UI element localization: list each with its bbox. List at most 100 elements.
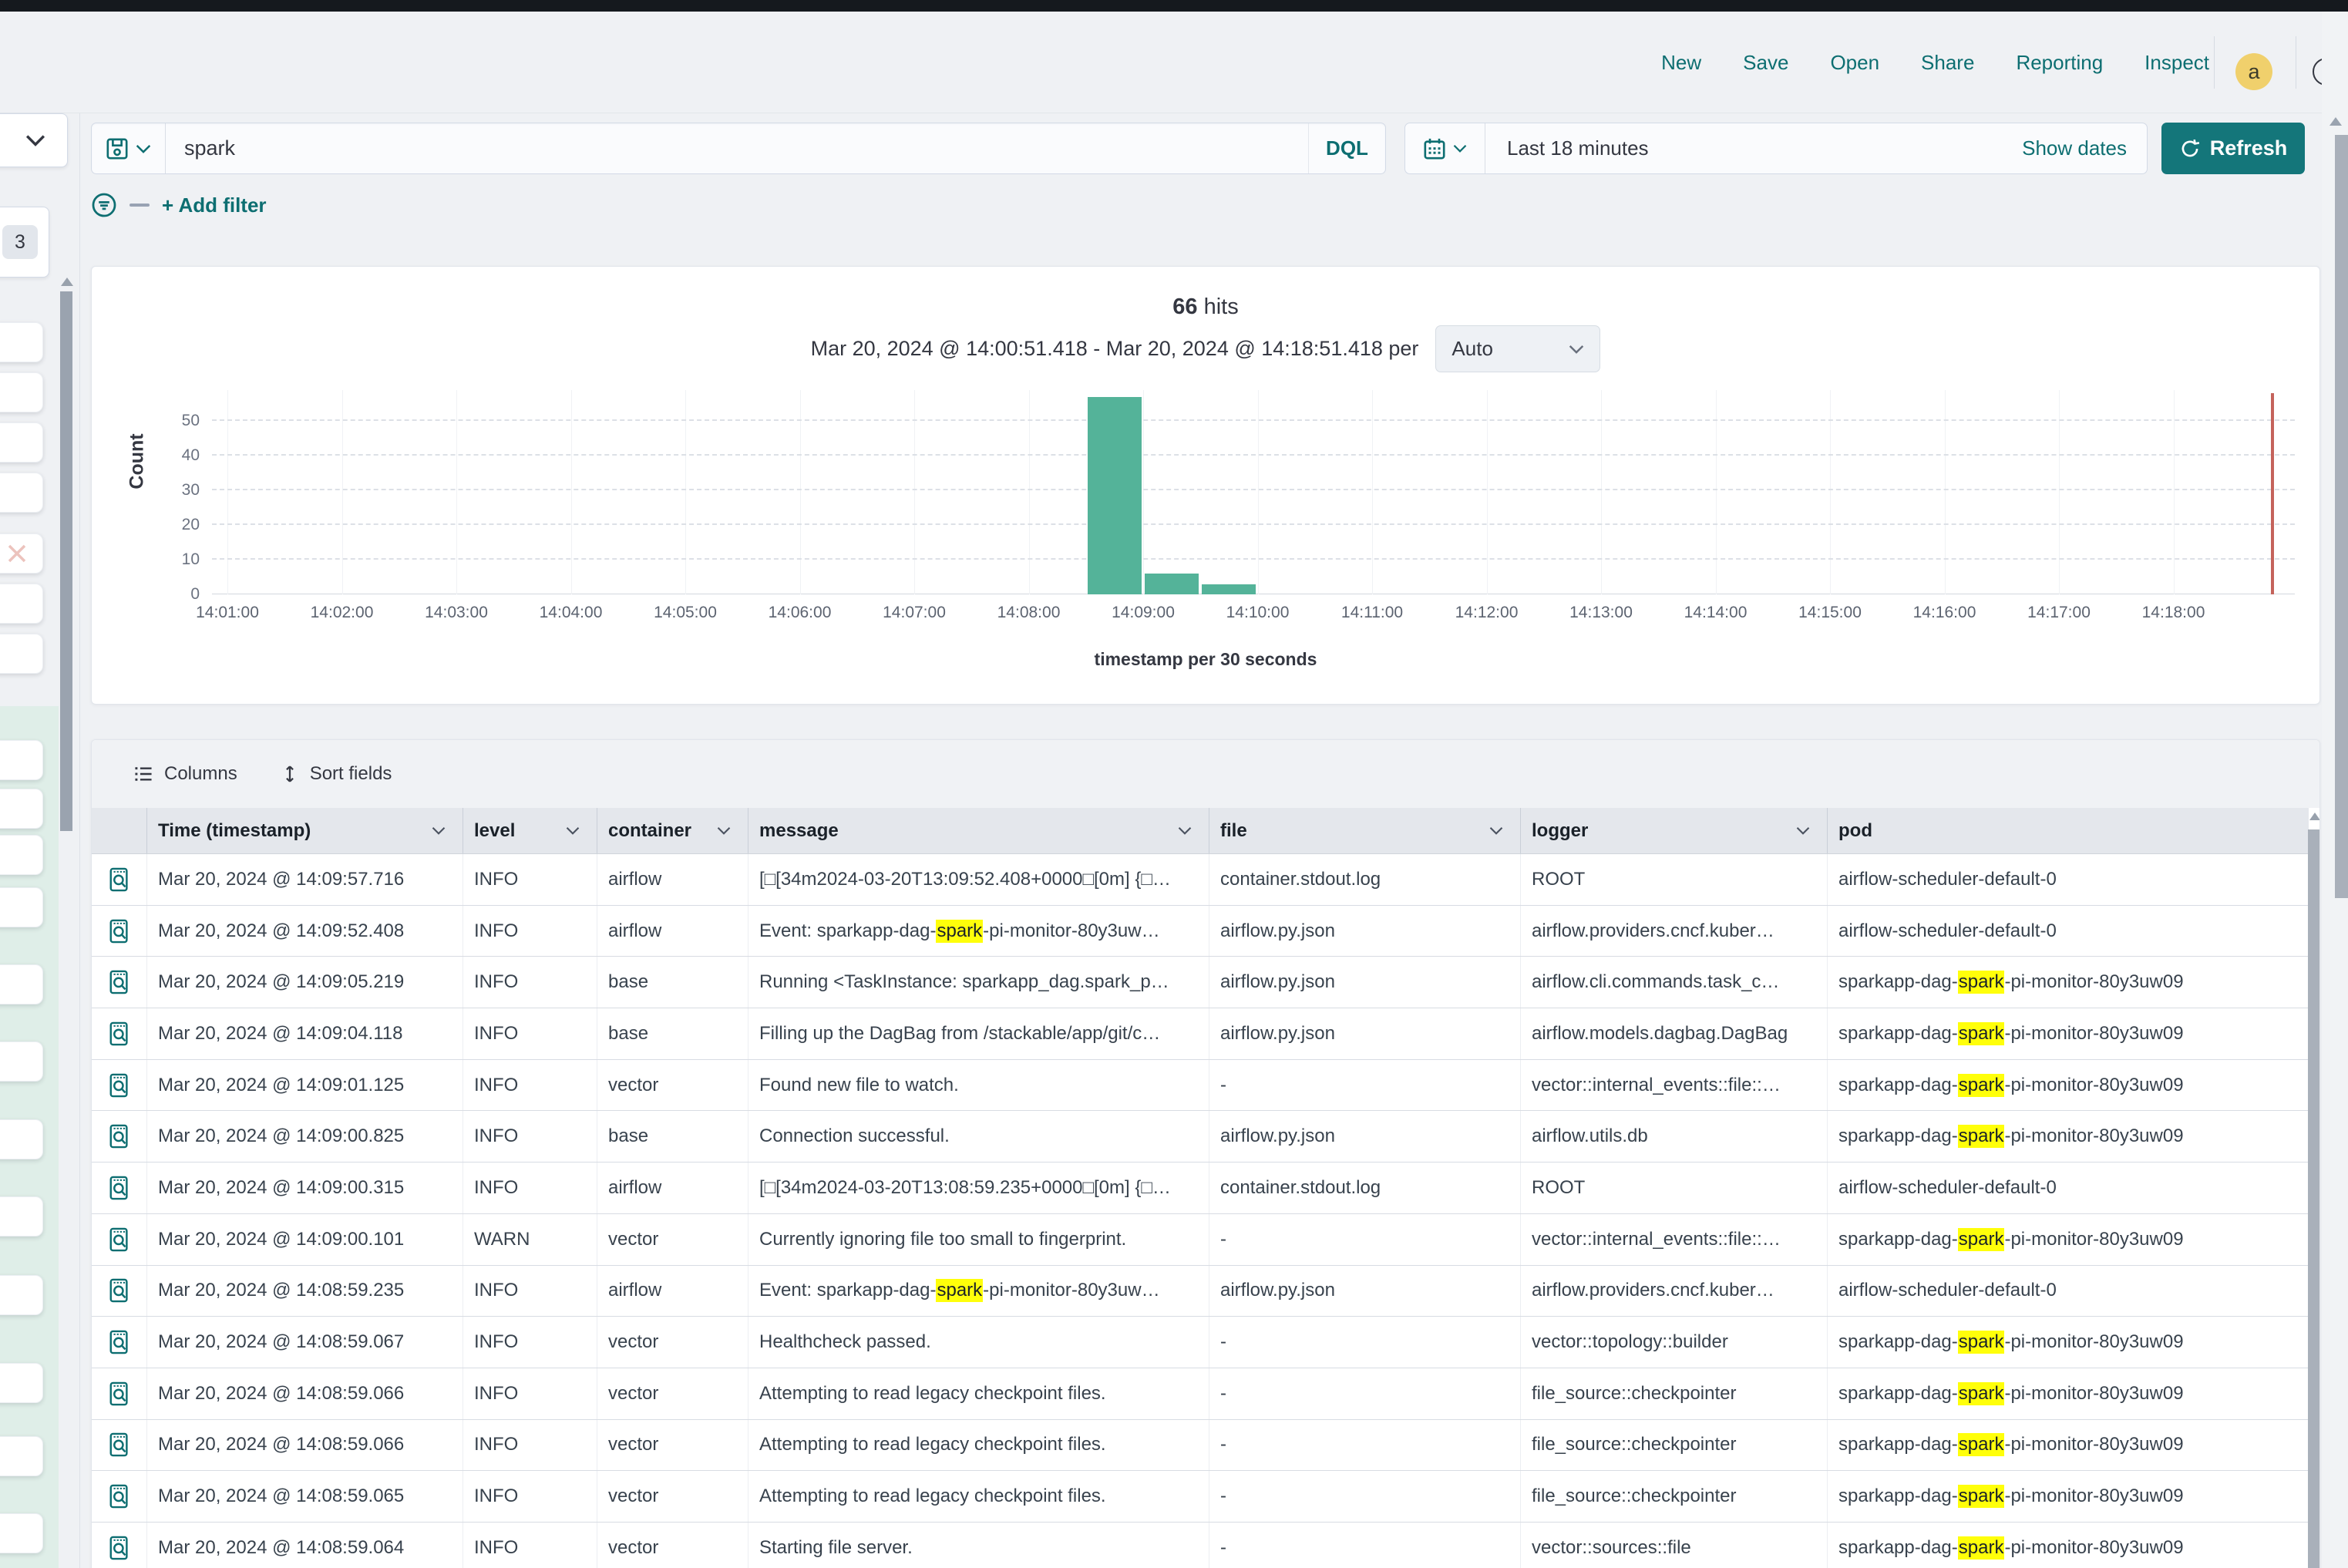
nav-open[interactable]: Open [1830,51,1879,75]
histogram-bar[interactable] [1145,574,1199,594]
expand-document-button[interactable] [92,1471,147,1522]
field-card [0,964,43,1004]
expand-document-button[interactable] [92,1008,147,1059]
cell-file: airflow.py.json [1209,1111,1521,1162]
filter-bar: + Add filter [91,185,1016,225]
inspect-document-icon [108,1483,131,1509]
query-language-button[interactable]: DQL [1308,123,1385,173]
nav-save[interactable]: Save [1743,51,1788,75]
date-quick-select-button[interactable] [1405,123,1485,173]
expand-document-button[interactable] [92,1214,147,1265]
cell-message: Connection successful. [748,1111,1209,1162]
calendar-icon [1423,137,1446,160]
refresh-button[interactable]: Refresh [2161,123,2305,174]
field-card [0,584,43,624]
page-scroll-up-icon[interactable] [2329,117,2342,126]
save-icon [106,137,129,160]
table-scrollbar[interactable] [2308,829,2320,1568]
cell-pod: sparkapp-dag-spark-pi-monitor-80y3uw09 [1828,1471,2309,1522]
y-tick-label: 10 [107,550,200,569]
add-filter-button[interactable]: + Add filter [162,193,267,217]
field-card [0,1196,43,1237]
column-header-level[interactable]: level [463,808,597,853]
cell-level: INFO [463,1368,597,1419]
cell-pod: sparkapp-dag-spark-pi-monitor-80y3uw09 [1828,1368,2309,1419]
sidebar-scroll-up-icon[interactable] [61,278,73,286]
sidebar-scrollbar[interactable] [60,291,72,831]
filter-icon[interactable] [91,192,117,218]
column-header-time[interactable]: Time (timestamp) [147,808,463,853]
histogram-panel: 66 hits Mar 20, 2024 @ 14:00:51.418 - Ma… [91,266,2320,705]
column-header-container[interactable]: container [597,808,748,853]
chevron-down-icon[interactable] [1796,826,1810,835]
chevron-down-icon[interactable] [717,826,731,835]
cell-file: - [1209,1471,1521,1522]
x-tick-label: 14:05:00 [631,604,739,622]
cell-message: Running <TaskInstance: sparkapp_dag.spar… [748,957,1209,1008]
expand-document-button[interactable] [92,854,147,905]
chevron-down-icon[interactable] [1178,826,1192,835]
cell-level: INFO [463,1008,597,1059]
field-card [0,789,43,829]
nav-reporting[interactable]: Reporting [2016,51,2103,75]
field-card-remove[interactable] [0,533,43,574]
saved-query-menu-button[interactable] [92,123,166,173]
table-scroll-up-icon[interactable] [2309,813,2320,820]
x-tick-label: 14:12:00 [1433,604,1541,622]
page-scrollbar[interactable] [2335,135,2348,898]
field-card [0,322,43,362]
cell-logger: vector::sources::file [1521,1523,1828,1568]
cell-pod: sparkapp-dag-spark-pi-monitor-80y3uw09 [1828,1214,2309,1265]
cell-level: INFO [463,1317,597,1368]
expand-document-button[interactable] [92,1111,147,1162]
cell-container: vector [597,1523,748,1568]
expand-document-button[interactable] [92,957,147,1008]
chevron-down-icon[interactable] [1489,826,1503,835]
show-dates-button[interactable]: Show dates [2022,136,2147,160]
column-header-file[interactable]: file [1209,808,1521,853]
cell-container: vector [597,1317,748,1368]
search-input[interactable] [166,123,1308,173]
expand-document-button[interactable] [92,906,147,957]
histogram-bar[interactable] [1202,584,1256,595]
x-tick-label: 14:16:00 [1891,604,1999,622]
cell-file: - [1209,1317,1521,1368]
cell-pod: sparkapp-dag-spark-pi-monitor-80y3uw09 [1828,1317,2309,1368]
expand-document-button[interactable] [92,1060,147,1111]
expand-document-button[interactable] [92,1420,147,1471]
expand-document-button[interactable] [92,1523,147,1568]
table-row: Mar 20, 2024 @ 14:08:59.067 INFO vector … [92,1317,2309,1368]
cell-time: Mar 20, 2024 @ 14:08:59.066 [147,1368,463,1419]
nav-share[interactable]: Share [1921,51,1974,75]
expand-document-button[interactable] [92,1266,147,1317]
column-header-logger[interactable]: logger [1521,808,1828,853]
y-gridline [212,419,2295,421]
expand-document-button[interactable] [92,1317,147,1368]
histogram-bar[interactable] [1088,397,1142,595]
column-header-pod[interactable]: pod [1828,808,2309,853]
avatar[interactable]: a [2235,53,2272,90]
columns-button[interactable]: Columns [133,763,237,785]
chevron-down-icon[interactable] [566,826,580,835]
column-header-label: message [759,820,839,842]
cell-logger: airflow.providers.cncf.kuber… [1521,906,1828,957]
expand-document-button[interactable] [92,1368,147,1419]
table-row: Mar 20, 2024 @ 14:08:59.064 INFO vector … [92,1523,2309,1568]
expand-document-button[interactable] [92,1163,147,1213]
nav-inspect[interactable]: Inspect [2144,51,2209,75]
sort-fields-button[interactable]: Sort fields [281,763,392,785]
sidebar-collapse-button[interactable] [0,113,68,167]
y-gridline [212,558,2295,560]
cell-message: Filling up the DagBag from /stackable/ap… [748,1008,1209,1059]
table-row: Mar 20, 2024 @ 14:08:59.066 INFO vector … [92,1368,2309,1420]
chevron-down-icon[interactable] [432,826,446,835]
column-header-message[interactable]: message [748,808,1209,853]
inspect-document-icon [108,1277,131,1304]
cell-container: base [597,957,748,1008]
cell-file: container.stdout.log [1209,854,1521,905]
column-header-label: level [474,820,515,842]
cell-logger: ROOT [1521,854,1828,905]
time-range-value[interactable]: Last 18 minutes [1485,136,2022,160]
interval-select[interactable]: Auto [1435,325,1600,372]
nav-new[interactable]: New [1661,51,1701,75]
